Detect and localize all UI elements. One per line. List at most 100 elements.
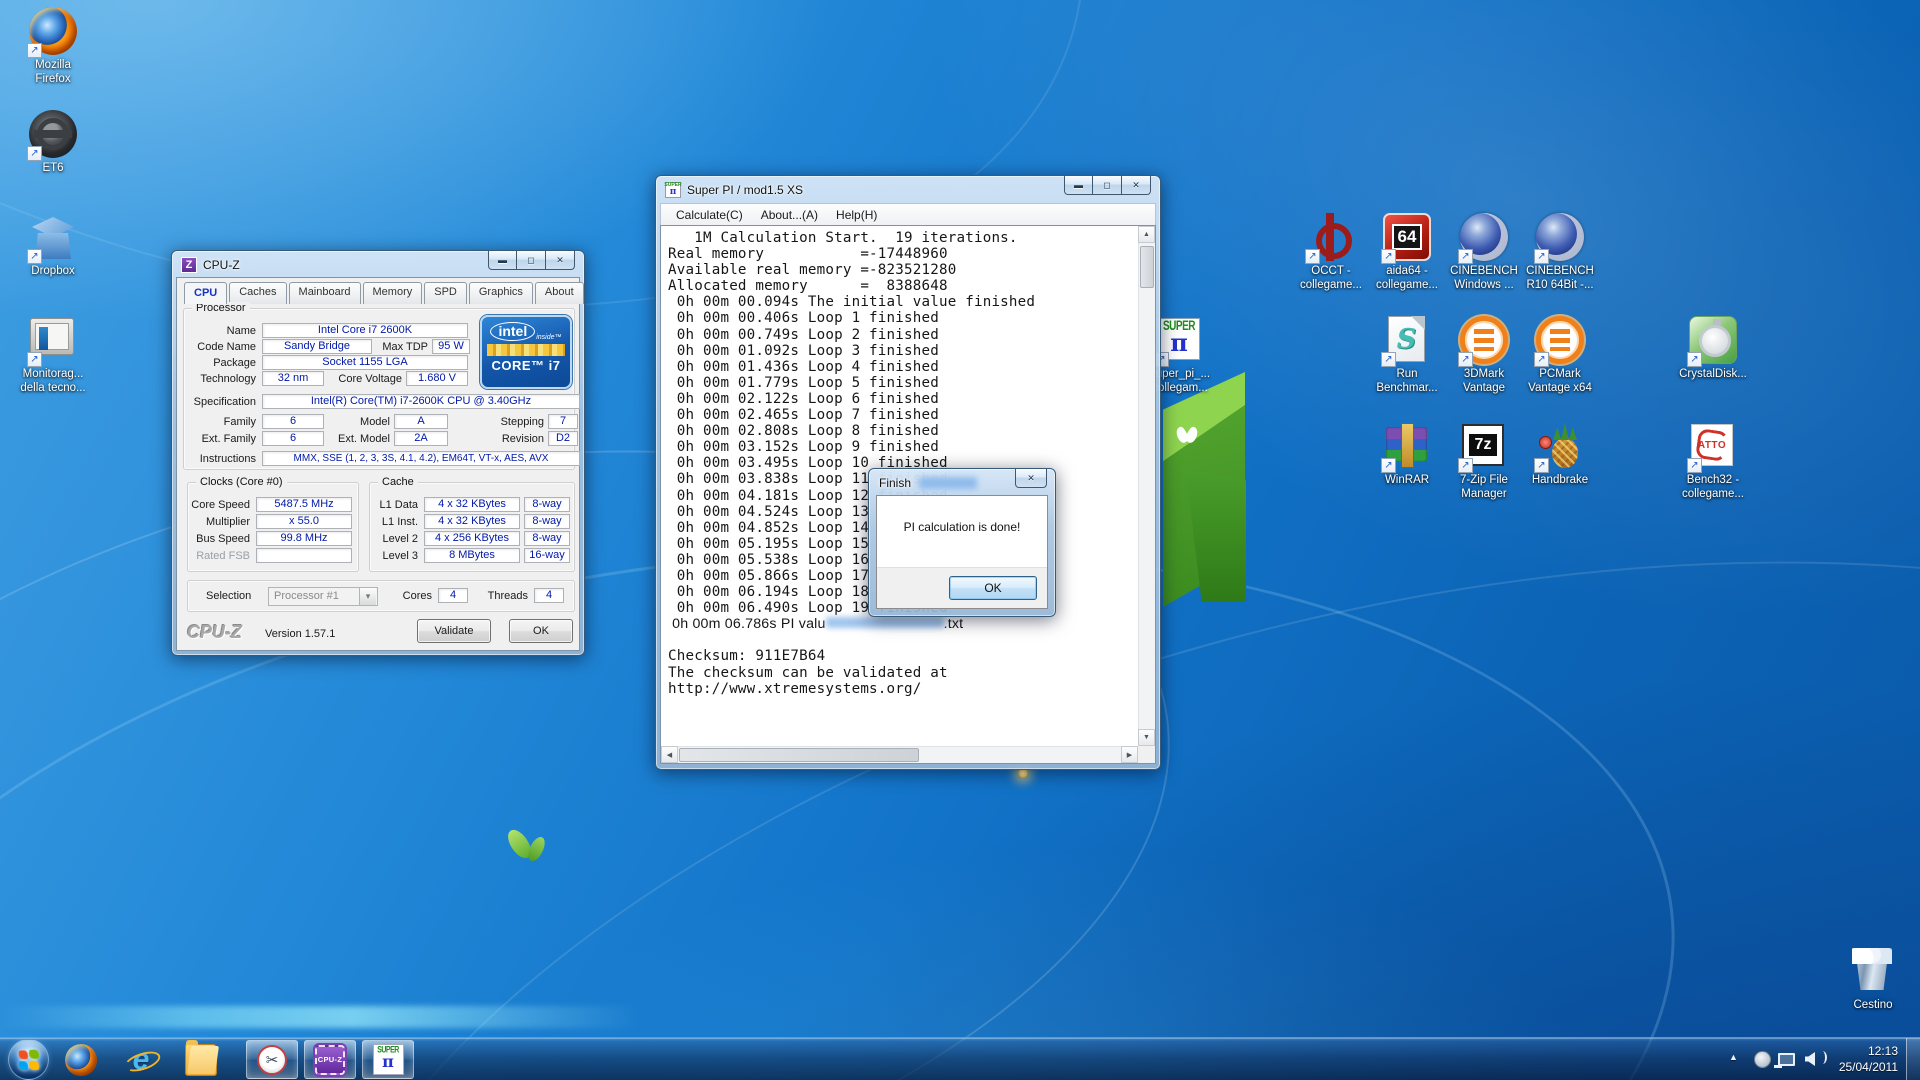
desktop-icon-occt[interactable]: ↗OCCT - collegame... <box>1292 212 1370 292</box>
minimize-button[interactable]: ▬ <box>1064 176 1093 195</box>
scroll-up-arrow[interactable]: ▲ <box>1138 226 1155 243</box>
shortcut-arrow-icon: ↗ <box>1687 458 1702 473</box>
desktop-icon-label: Cestino <box>1834 999 1912 1013</box>
wallpaper-leaf <box>1163 372 1245 607</box>
cpuz-tab-graphics[interactable]: Graphics <box>469 282 533 304</box>
taskbar-clock[interactable]: 12:13 25/04/2011 <box>1839 1043 1898 1075</box>
redacted-title-text <box>919 477 977 489</box>
cpuz-tab-cpu[interactable]: CPU <box>184 282 227 304</box>
taskbar-firefox-icon[interactable] <box>64 1043 98 1077</box>
minimize-button[interactable]: ▬ <box>488 251 517 270</box>
instructions-value: MMX, SSE (1, 2, 3, 3S, 4.1, 4.2), EM64T,… <box>262 451 580 466</box>
volume-icon[interactable] <box>1800 1049 1820 1069</box>
cache-size-value: 4 x 32 KBytes <box>424 497 520 512</box>
tray-utility-icon[interactable] <box>1752 1049 1772 1069</box>
desktop-icon-winrar[interactable]: ↗WinRAR <box>1368 421 1446 488</box>
desktop-icon-cestino[interactable]: Cestino <box>1834 946 1912 1013</box>
desktop-icon-run[interactable]: S↗Run Benchmar... <box>1368 315 1446 395</box>
start-button[interactable] <box>8 1039 49 1080</box>
desktop-icon-handbrake[interactable]: ↗Handbrake <box>1521 421 1599 488</box>
desktop-icon-7-zip-file[interactable]: 7z↗7-Zip File Manager <box>1445 421 1523 501</box>
maximize-button[interactable]: ◻ <box>1093 176 1122 195</box>
desktop-icon-monitorag[interactable]: ↗Monitorag... della tecno... <box>14 315 92 395</box>
cache-ways-value: 8-way <box>524 497 570 512</box>
cpuz-brand-logo: CPU-Z <box>187 622 242 643</box>
ok-button[interactable]: OK <box>949 576 1037 600</box>
finish-dialog-titlebar[interactable]: Finish ✕ <box>869 469 1055 496</box>
cpuz-tab-memory[interactable]: Memory <box>363 282 423 304</box>
desktop-icon-crystaldisk[interactable]: ↗CrystalDisk... <box>1674 315 1752 382</box>
desktop-icon-et6[interactable]: ↗ET6 <box>14 109 92 176</box>
close-icon[interactable]: ✕ <box>1122 176 1151 195</box>
desktop-icon-cinebench[interactable]: ↗CINEBENCH R10 64Bit -... <box>1521 212 1599 292</box>
tray-date: 25/04/2011 <box>1839 1059 1898 1075</box>
desktop-icon-mozilla[interactable]: ↗Mozilla Firefox <box>14 6 92 86</box>
scroll-right-arrow[interactable]: ▶ <box>1121 746 1138 763</box>
superpi-output-line: The checksum can be validated at <box>668 665 1138 681</box>
close-icon[interactable]: ✕ <box>546 251 575 270</box>
desktop-icon-pcmark[interactable]: ↗PCMark Vantage x64 <box>1521 315 1599 395</box>
horizontal-scroll-thumb[interactable] <box>679 748 919 762</box>
ext-family-label: Ext. Family <box>202 433 256 445</box>
taskbar-snipping-tool-button[interactable]: ✂ <box>246 1040 298 1079</box>
snipping-tool-icon: ✂ <box>257 1045 287 1075</box>
desktop-icon-cinebench[interactable]: ↗CINEBENCH Windows ... <box>1445 212 1523 292</box>
cache-row-label: L1 Data <box>370 499 418 511</box>
superpi-output-line: 0h 00m 01.779s Loop 5 finished <box>668 375 1138 391</box>
scroll-left-arrow[interactable]: ◀ <box>661 746 678 763</box>
desktop-icon-label: 7-Zip File Manager <box>1445 474 1523 501</box>
show-desktop-button[interactable] <box>1906 1038 1920 1080</box>
superpi-titlebar[interactable]: SUPERπ Super PI / mod1.5 XS ▬ ◻ ✕ <box>656 176 1160 203</box>
superpi-menubar: Calculate(C)About...(A)Help(H) <box>660 203 1156 225</box>
taskbar-explorer-icon[interactable] <box>184 1043 218 1077</box>
clock-row-label: Core Speed <box>188 499 250 511</box>
menu-abouta[interactable]: About...(A) <box>752 206 827 224</box>
desktop: ↗Mozilla Firefox ↗ET6 ↗Dropbox ↗Monitorag..… <box>0 0 1920 1080</box>
cpuz-client-area: CPUCachesMainboardMemorySPDGraphicsAbout… <box>176 277 580 651</box>
cpuz-tab-about[interactable]: About <box>535 282 584 304</box>
desktop-icon-aida64[interactable]: 64↗aida64 - collegame... <box>1368 212 1446 292</box>
processor-select[interactable]: Processor #1 <box>268 587 378 606</box>
clock-row-value: 5487.5 MHz <box>256 497 352 512</box>
package-label: Package <box>213 357 256 369</box>
horizontal-scrollbar[interactable]: ◀ ▶ <box>661 746 1138 763</box>
superpi-output-line: 0h 00m 02.465s Loop 7 finished <box>668 407 1138 423</box>
close-icon[interactable]: ✕ <box>1015 469 1047 488</box>
technology-label: Technology <box>200 373 256 385</box>
clock-row-value: x 55.0 <box>256 514 352 529</box>
redacted-filename <box>826 617 944 628</box>
processor-group: Processor Name Intel Core i7 2600K Code … <box>183 308 575 470</box>
menu-calculatec[interactable]: Calculate(C) <box>667 206 752 224</box>
validate-button[interactable]: Validate <box>417 619 491 643</box>
stepping-label: Stepping <box>484 416 544 428</box>
network-icon[interactable] <box>1776 1049 1796 1069</box>
cpuz-tab-caches[interactable]: Caches <box>229 282 286 304</box>
cpuz-version: Version 1.57.1 <box>265 628 335 640</box>
cpuz-tab-mainboard[interactable]: Mainboard <box>289 282 361 304</box>
maximize-button[interactable]: ◻ <box>517 251 546 270</box>
clocks-legend: Clocks (Core #0) <box>196 476 287 488</box>
cores-label: Cores <box>388 590 432 602</box>
superpi-output-line: Checksum: 911E7B64 <box>668 648 1138 664</box>
taskbar-superpi-button[interactable]: SUPERπ <box>362 1040 414 1079</box>
cache-row-label: Level 3 <box>370 550 418 562</box>
desktop-icon-3dmark[interactable]: ↗3DMark Vantage <box>1445 315 1523 395</box>
cpuz-icon: CPU-Z <box>315 1045 345 1075</box>
scroll-down-arrow[interactable]: ▼ <box>1138 729 1155 746</box>
taskbar: e ✂ CPU-Z SUPERπ ▲ 12:13 25/04/2011 <box>0 1037 1920 1080</box>
desktop-icon-dropbox[interactable]: ↗Dropbox <box>14 212 92 279</box>
vertical-scrollbar[interactable]: ▲ ▼ <box>1138 226 1155 746</box>
desktop-icon-bench32[interactable]: ATTO↗Bench32 - collegame... <box>1674 421 1752 501</box>
ok-button[interactable]: OK <box>509 619 573 643</box>
taskbar-internet-explorer-icon[interactable]: e <box>124 1043 158 1077</box>
show-hidden-icons-button[interactable]: ▲ <box>1729 1052 1738 1062</box>
menu-helph[interactable]: Help(H) <box>827 206 886 224</box>
cpuz-app-icon: Z <box>181 257 197 273</box>
cpuz-titlebar[interactable]: Z CPU-Z ▬ ◻ ✕ <box>172 251 584 278</box>
vertical-scroll-thumb[interactable] <box>1140 246 1154 288</box>
wallpaper-sprout <box>503 820 557 880</box>
cpuz-tab-spd[interactable]: SPD <box>424 282 467 304</box>
taskbar-cpuz-button[interactable]: CPU-Z <box>304 1040 356 1079</box>
wallpaper-butterfly <box>1176 423 1200 449</box>
clock-row-value <box>256 548 352 563</box>
